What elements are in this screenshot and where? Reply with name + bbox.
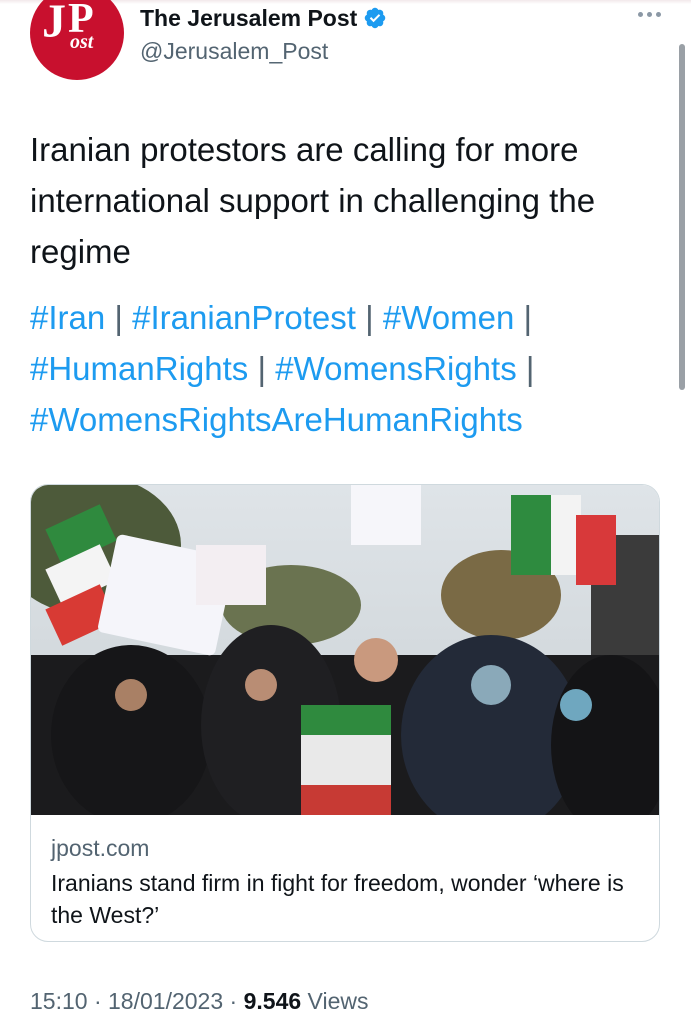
tweet-text: Iranian protestors are calling for more … xyxy=(30,131,596,270)
hashtag-womens-rights[interactable]: #WomensRights xyxy=(275,350,517,387)
views-label: Views xyxy=(307,988,369,1014)
verified-badge-icon xyxy=(365,7,386,29)
tweet-date[interactable]: 18/01/2023 xyxy=(108,988,223,1014)
hashtag-womens-rights-are-human-rights[interactable]: #WomensRightsAreHumanRights xyxy=(30,401,523,438)
meta-dot: · xyxy=(229,988,238,1014)
hashtag-iran[interactable]: #Iran xyxy=(30,299,105,336)
hashtag-list: #Iran | #IranianProtest | #Women | #Huma… xyxy=(30,292,670,445)
hashtag-separator: | xyxy=(523,299,533,336)
author-name-row: The Jerusalem Post xyxy=(140,2,387,34)
tweet-meta: 15:10 · 18/01/2023 · 9.546 Views xyxy=(30,988,368,1015)
avatar[interactable]: J P ost xyxy=(30,0,124,80)
views-count: 9.546 xyxy=(243,988,302,1014)
avatar-letter-j: J xyxy=(42,0,66,48)
hashtag-human-rights[interactable]: #HumanRights xyxy=(30,350,248,387)
hashtag-separator: | xyxy=(365,299,374,336)
meta-dot: · xyxy=(93,988,102,1014)
avatar-letters-ost: ost xyxy=(70,31,94,53)
hashtag-women[interactable]: #Women xyxy=(383,299,514,336)
more-dot xyxy=(656,12,661,17)
jpost-logo-icon: J P ost xyxy=(30,0,124,80)
author-handle[interactable]: @Jerusalem_Post xyxy=(140,38,328,65)
hashtag-separator: | xyxy=(525,350,535,387)
tweet-time[interactable]: 15:10 xyxy=(30,988,88,1014)
hashtag-iranian-protest[interactable]: #IranianProtest xyxy=(132,299,356,336)
hashtag-separator: | xyxy=(257,350,267,387)
hashtag-separator: | xyxy=(114,299,123,336)
link-preview-card[interactable]: jpost.com Iranians stand firm in fight f… xyxy=(30,484,660,942)
more-dot xyxy=(647,12,652,17)
link-domain: jpost.com xyxy=(51,835,150,861)
scrollbar[interactable] xyxy=(679,44,685,390)
more-dot xyxy=(638,12,643,17)
more-options-icon[interactable] xyxy=(638,12,661,17)
protest-photo-image xyxy=(31,485,659,815)
author-display-name[interactable]: The Jerusalem Post xyxy=(140,5,357,32)
link-title: Iranians stand firm in fight for freedom… xyxy=(51,870,624,928)
